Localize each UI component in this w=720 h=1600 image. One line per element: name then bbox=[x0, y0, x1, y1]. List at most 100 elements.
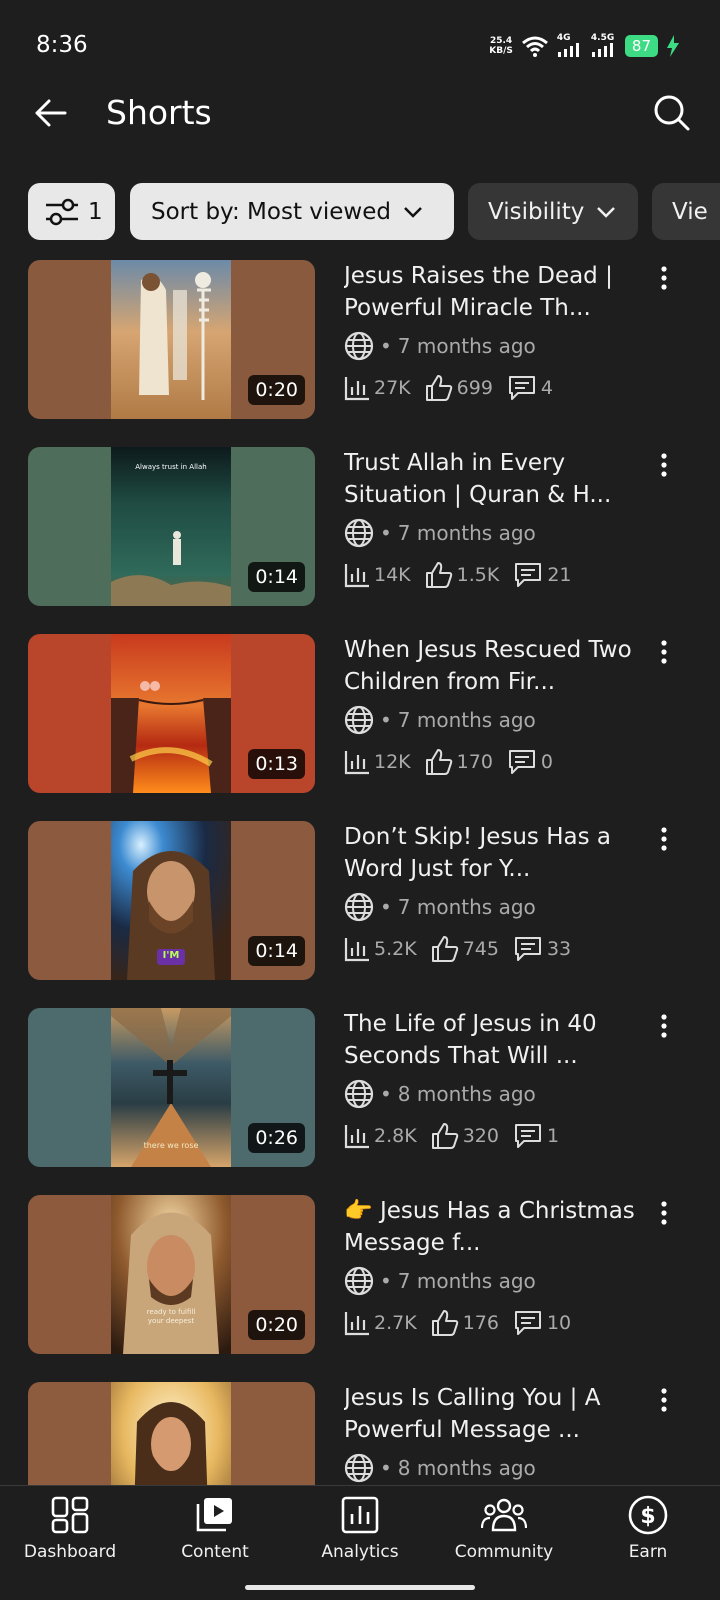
search-icon bbox=[654, 95, 690, 131]
upload-age: 7 months ago bbox=[397, 708, 536, 732]
chevron-down-icon bbox=[404, 206, 422, 218]
comments-stat: 33 bbox=[513, 935, 571, 963]
dot-separator: • bbox=[380, 1082, 392, 1106]
dot-separator: • bbox=[380, 708, 392, 732]
duration-badge: 0:20 bbox=[248, 375, 305, 405]
nav-content[interactable]: Content bbox=[145, 1494, 285, 1574]
more-vert-icon bbox=[661, 1014, 667, 1038]
video-thumbnail[interactable]: 0:20 bbox=[28, 260, 315, 419]
more-options-button[interactable] bbox=[652, 825, 676, 853]
upload-age: 7 months ago bbox=[397, 521, 536, 545]
bar-chart-icon bbox=[344, 1312, 369, 1336]
duration-badge: 0:13 bbox=[248, 749, 305, 779]
comment-icon bbox=[515, 563, 542, 587]
video-meta: • 7 months ago bbox=[344, 517, 536, 549]
list-item[interactable]: 0:20 Jesus Raises the Dead | Powerful Mi… bbox=[0, 260, 720, 420]
video-meta: • 8 months ago bbox=[344, 1078, 536, 1110]
list-item[interactable]: there we rose 0:26 The Life of Jesus in … bbox=[0, 1008, 720, 1168]
app-header: Shorts bbox=[0, 85, 720, 145]
comment-icon bbox=[508, 750, 535, 774]
status-bar: 8:36 25.4 KB/S 4G 4.5G 87 bbox=[0, 0, 720, 90]
video-title[interactable]: Trust Allah in Every Situation | Quran &… bbox=[344, 447, 644, 511]
more-options-button[interactable] bbox=[652, 451, 676, 479]
likes-stat: 176 bbox=[431, 1309, 499, 1337]
more-vert-icon bbox=[661, 1201, 667, 1225]
video-meta: • 7 months ago bbox=[344, 1265, 536, 1297]
filter-button[interactable]: 1 bbox=[28, 183, 115, 240]
video-title[interactable]: When Jesus Rescued Two Children from Fir… bbox=[344, 634, 644, 698]
analytics-icon bbox=[341, 1496, 379, 1534]
search-button[interactable] bbox=[648, 89, 696, 137]
video-title[interactable]: The Life of Jesus in 40 Seconds That Wil… bbox=[344, 1008, 644, 1072]
dashboard-icon bbox=[51, 1496, 89, 1534]
video-thumbnail[interactable]: Always trust in Allah 0:14 bbox=[28, 447, 315, 606]
duration-badge: 0:14 bbox=[248, 936, 305, 966]
list-item[interactable]: Always trust in Allah 0:14 Trust Allah i… bbox=[0, 447, 720, 607]
dot-separator: • bbox=[380, 1269, 392, 1293]
wifi-icon bbox=[521, 36, 548, 57]
visibility-dropdown[interactable]: Visibility bbox=[468, 183, 638, 240]
sort-dropdown[interactable]: Sort by: Most viewed bbox=[130, 183, 454, 240]
more-options-button[interactable] bbox=[652, 638, 676, 666]
more-options-button[interactable] bbox=[652, 1386, 676, 1414]
likes-stat: 320 bbox=[431, 1122, 499, 1150]
nav-dashboard[interactable]: Dashboard bbox=[0, 1494, 140, 1574]
video-meta: • 7 months ago bbox=[344, 704, 536, 736]
video-thumbnail[interactable]: I'M 0:14 bbox=[28, 821, 315, 980]
video-title[interactable]: 👉 Jesus Has a Christmas Message f... bbox=[344, 1195, 644, 1259]
globe-icon bbox=[344, 1453, 374, 1483]
duration-badge: 0:14 bbox=[248, 562, 305, 592]
more-options-button[interactable] bbox=[652, 264, 676, 292]
visibility-label: Visibility bbox=[488, 198, 585, 225]
community-icon bbox=[481, 1498, 527, 1532]
status-icons: 25.4 KB/S 4G 4.5G 87 bbox=[489, 34, 680, 57]
video-title[interactable]: Jesus Raises the Dead | Powerful Miracle… bbox=[344, 260, 644, 324]
bar-chart-icon bbox=[344, 751, 369, 775]
more-options-button[interactable] bbox=[652, 1012, 676, 1040]
video-meta: • 7 months ago bbox=[344, 330, 536, 362]
charging-icon bbox=[667, 34, 679, 57]
filter-count: 1 bbox=[88, 198, 103, 225]
video-title[interactable]: Jesus Is Calling You | A Powerful Messag… bbox=[344, 1382, 644, 1446]
svg-text:$: $ bbox=[640, 1504, 655, 1529]
thumbnail-overlay-text: I'M bbox=[162, 950, 180, 961]
nav-earn[interactable]: $ Earn bbox=[578, 1494, 718, 1574]
dollar-icon: $ bbox=[628, 1495, 668, 1535]
signal-45g: 4.5G bbox=[591, 34, 617, 57]
battery-level: 87 bbox=[624, 34, 658, 57]
network-speed: 25.4 KB/S bbox=[489, 35, 513, 56]
home-indicator[interactable] bbox=[245, 1585, 475, 1590]
list-item[interactable]: 0:13 When Jesus Rescued Two Children fro… bbox=[0, 634, 720, 794]
back-button[interactable] bbox=[28, 91, 72, 135]
likes-stat: 699 bbox=[425, 374, 493, 402]
likes-stat: 1.5K bbox=[425, 561, 499, 589]
list-item[interactable]: Jesus Is Calling You | A Powerful Messag… bbox=[0, 1382, 720, 1485]
video-title[interactable]: Don’t Skip! Jesus Has a Word Just for Y.… bbox=[344, 821, 644, 885]
views-dropdown[interactable]: Vie bbox=[652, 183, 720, 240]
bar-chart-icon bbox=[344, 564, 369, 588]
upload-age: 8 months ago bbox=[397, 1456, 536, 1480]
globe-icon bbox=[344, 331, 374, 361]
dot-separator: • bbox=[380, 334, 392, 358]
content-library-icon bbox=[196, 1498, 232, 1532]
chevron-down-icon bbox=[597, 206, 616, 218]
video-stats: 5.2K 745 33 bbox=[344, 933, 585, 965]
thumbs-up-icon bbox=[431, 936, 458, 962]
video-thumbnail[interactable] bbox=[28, 1382, 315, 1485]
comments-stat: 10 bbox=[513, 1309, 571, 1337]
video-thumbnail[interactable]: 0:13 bbox=[28, 634, 315, 793]
upload-age: 7 months ago bbox=[397, 334, 536, 358]
video-meta: • 7 months ago bbox=[344, 891, 536, 923]
thumbnail-overlay-text: there we rose bbox=[143, 1141, 199, 1150]
list-item[interactable]: ready to fulfill your deepest 0:20 👉 Jes… bbox=[0, 1195, 720, 1355]
upload-age: 8 months ago bbox=[397, 1082, 536, 1106]
video-thumbnail[interactable]: ready to fulfill your deepest 0:20 bbox=[28, 1195, 315, 1354]
nav-community[interactable]: Community bbox=[434, 1494, 574, 1574]
video-thumbnail[interactable]: there we rose 0:26 bbox=[28, 1008, 315, 1167]
list-item[interactable]: I'M 0:14 Don’t Skip! Jesus Has a Word Ju… bbox=[0, 821, 720, 981]
thumbs-up-icon bbox=[425, 749, 452, 775]
more-options-button[interactable] bbox=[652, 1199, 676, 1227]
signal-bars-icon bbox=[591, 43, 613, 57]
upload-age: 7 months ago bbox=[397, 1269, 536, 1293]
nav-analytics[interactable]: Analytics bbox=[290, 1494, 430, 1574]
